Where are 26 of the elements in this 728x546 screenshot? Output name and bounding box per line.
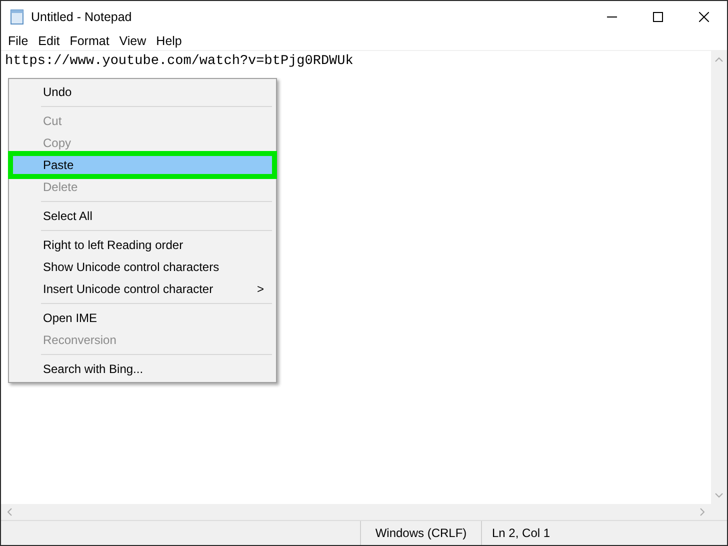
context-menu-item[interactable]: Right to left Reading order xyxy=(11,234,274,256)
status-text: Ln 2, Col 1 xyxy=(481,521,597,545)
context-menu-item[interactable]: Insert Unicode control character > xyxy=(11,278,274,300)
window-title: Untitled - Notepad xyxy=(31,10,132,24)
menu-item[interactable]: View xyxy=(114,34,152,48)
vertical-scrollbar[interactable] xyxy=(711,51,727,504)
horizontal-scrollbar[interactable] xyxy=(1,504,727,520)
context-menu-item[interactable]: Undo xyxy=(11,81,274,103)
context-menu-item[interactable]: Show Unicode control characters xyxy=(11,256,274,278)
scroll-left-icon[interactable] xyxy=(7,508,12,516)
scroll-up-icon[interactable] xyxy=(715,57,723,62)
close-icon[interactable] xyxy=(699,12,709,22)
context-menu-item[interactable]: Paste xyxy=(11,154,274,176)
context-menu-item[interactable]: Search with Bing... xyxy=(11,358,274,380)
maximize-icon[interactable] xyxy=(653,12,663,22)
document-text: https://www.youtube.com/watch?v=btPjg0RDWUk xyxy=(5,54,354,69)
menu-item[interactable]: Format xyxy=(64,34,114,48)
notepad-icon xyxy=(9,8,25,24)
context-menu-item[interactable]: Open IME xyxy=(11,307,274,329)
menu-item[interactable]: Edit xyxy=(33,34,65,48)
menu-item[interactable]: Help xyxy=(151,34,187,48)
scroll-right-icon[interactable] xyxy=(700,508,705,516)
scroll-down-icon[interactable] xyxy=(715,493,723,498)
context-menu-item[interactable]: Select All xyxy=(11,205,274,227)
menu-item[interactable]: File xyxy=(3,34,34,48)
status-text: Windows (CRLF) xyxy=(360,521,481,545)
